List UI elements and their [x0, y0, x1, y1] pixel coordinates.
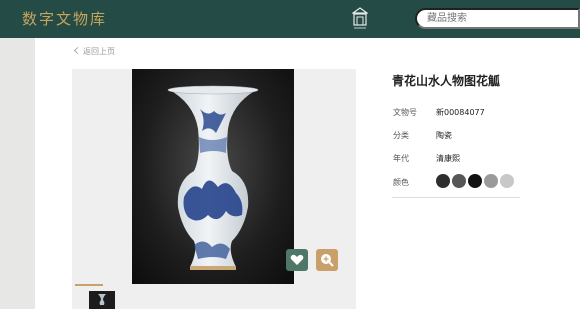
- back-link[interactable]: 返回上页: [73, 46, 115, 57]
- color-swatch[interactable]: [500, 174, 514, 188]
- field-label-era: 年代: [393, 154, 409, 163]
- chevron-left-icon: [73, 46, 82, 55]
- search-input[interactable]: [415, 8, 580, 29]
- zoom-in-icon: [321, 254, 334, 267]
- zoom-button[interactable]: [316, 249, 338, 271]
- color-swatch[interactable]: [484, 174, 498, 188]
- divider: [392, 197, 520, 198]
- favorite-button[interactable]: [286, 249, 308, 271]
- field-value-number: 新00084077: [436, 108, 485, 117]
- thumbnail-1[interactable]: [89, 291, 115, 309]
- artifact-title: 青花山水人物图花觚: [392, 74, 501, 88]
- site-logo[interactable]: 数字文物库: [22, 8, 107, 29]
- artifact-image[interactable]: [132, 69, 294, 284]
- heart-icon: [290, 254, 304, 265]
- color-swatch[interactable]: [468, 174, 482, 188]
- field-label-number: 文物号: [393, 108, 417, 117]
- back-label: 返回上页: [83, 47, 115, 56]
- vase-illustration: [167, 85, 259, 270]
- top-bar: 数字文物库: [0, 0, 580, 38]
- thumbnail-vase-icon: [98, 294, 106, 305]
- field-value-category: 陶瓷: [436, 131, 452, 140]
- color-swatch[interactable]: [452, 174, 466, 188]
- field-label-category: 分类: [393, 131, 409, 140]
- field-label-color: 颜色: [393, 178, 409, 187]
- color-swatch[interactable]: [436, 174, 450, 188]
- field-value-era: 清康熙: [436, 154, 460, 163]
- thumbnail-indicator: [75, 284, 103, 286]
- museum-emblem-icon: [352, 7, 368, 29]
- left-rail: [0, 38, 35, 309]
